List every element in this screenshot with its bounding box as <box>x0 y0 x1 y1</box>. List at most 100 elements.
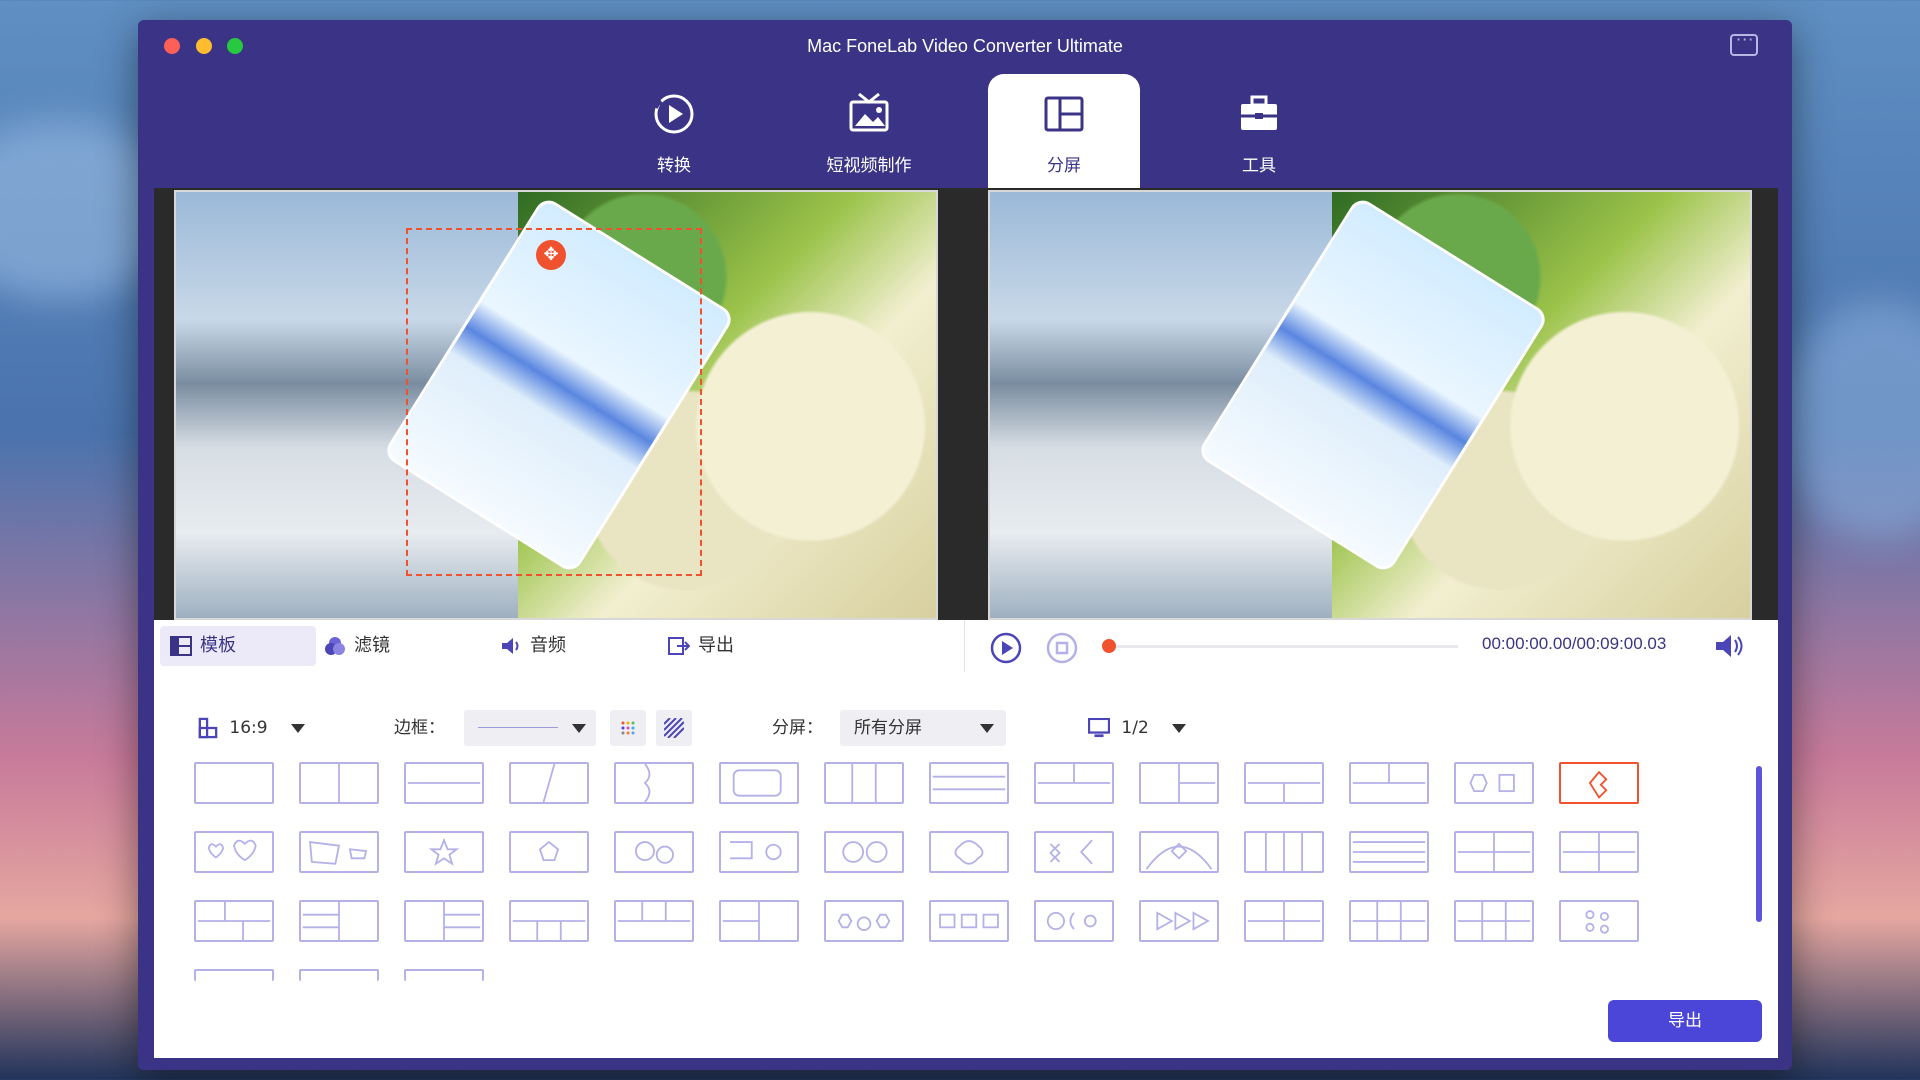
template-option[interactable] <box>614 831 694 873</box>
template-option[interactable] <box>1559 762 1639 804</box>
template-option[interactable] <box>194 900 274 942</box>
template-shape <box>732 769 782 797</box>
stop-icon[interactable] <box>1046 632 1078 664</box>
template-shape <box>428 837 460 866</box>
background-cloud <box>1780 300 1920 540</box>
template-shape <box>635 841 674 864</box>
template-option[interactable] <box>719 900 799 942</box>
tab-toolbox[interactable]: 工具 <box>1183 74 1335 204</box>
split-dropdown[interactable]: 所有分屏 <box>840 710 1006 746</box>
template-option[interactable] <box>194 969 274 981</box>
template-option[interactable] <box>1454 762 1534 804</box>
template-option[interactable] <box>614 762 694 804</box>
tab-convert[interactable]: 转换 <box>598 74 750 204</box>
template-option[interactable] <box>1454 900 1534 942</box>
template-option[interactable] <box>1034 831 1114 873</box>
template-shape <box>1469 773 1515 793</box>
subtab-filter[interactable]: 滤镜 <box>314 626 454 666</box>
convert-icon <box>654 94 694 134</box>
feedback-icon[interactable] <box>1730 30 1758 56</box>
template-option[interactable] <box>509 762 589 804</box>
template-option[interactable] <box>1244 900 1324 942</box>
template-option[interactable] <box>404 762 484 804</box>
border-color-button[interactable] <box>610 710 646 746</box>
template-shape <box>1352 902 1426 940</box>
page-dropdown[interactable]: 1/2 <box>1087 710 1198 746</box>
template-option[interactable] <box>824 762 904 804</box>
template-shape <box>309 841 368 865</box>
volume-icon[interactable] <box>1714 632 1744 660</box>
template-option[interactable] <box>509 900 589 942</box>
mv-icon <box>849 92 889 132</box>
template-option[interactable] <box>929 831 1009 873</box>
selection-box[interactable] <box>406 228 702 576</box>
template-option[interactable] <box>1454 831 1534 873</box>
template-shape <box>851 764 877 802</box>
template-option[interactable] <box>1034 900 1114 942</box>
tab-mv[interactable]: 短视频制作 <box>793 74 945 204</box>
subtab-template[interactable]: 模板 <box>160 626 316 666</box>
aspect-ratio-dropdown[interactable]: 16:9 <box>198 710 318 746</box>
edit-preview[interactable]: ✥ <box>174 190 938 620</box>
subtab-export[interactable]: 导出 <box>658 626 798 666</box>
template-shape <box>643 764 651 802</box>
template-option[interactable] <box>1244 831 1324 873</box>
border-pattern-button[interactable] <box>656 710 692 746</box>
template-option[interactable] <box>194 762 274 804</box>
tab-mv-label: 短视频制作 <box>826 156 912 176</box>
window-title: Mac FoneLab Video Converter Ultimate <box>807 36 1123 56</box>
template-option[interactable] <box>614 900 694 942</box>
template-option[interactable] <box>1139 831 1219 873</box>
template-option[interactable] <box>1349 900 1429 942</box>
template-option[interactable] <box>299 900 379 942</box>
template-option[interactable] <box>719 831 799 873</box>
export-icon <box>668 637 690 655</box>
template-option[interactable] <box>1349 762 1429 804</box>
template-option[interactable] <box>404 900 484 942</box>
template-option[interactable] <box>1559 900 1639 942</box>
template-option[interactable] <box>1034 762 1114 804</box>
template-shape <box>196 764 272 802</box>
template-option[interactable] <box>1139 762 1219 804</box>
scrollbar[interactable] <box>1756 766 1762 922</box>
template-icon <box>170 636 192 656</box>
timeline-slider[interactable] <box>1102 639 1458 653</box>
border-dropdown[interactable] <box>464 710 596 746</box>
template-option[interactable] <box>929 900 1009 942</box>
template-option[interactable] <box>299 831 379 873</box>
template-shape <box>302 902 340 940</box>
template-option[interactable] <box>509 831 589 873</box>
template-option[interactable] <box>929 762 1009 804</box>
template-option[interactable] <box>719 762 799 804</box>
timeline-handle[interactable] <box>1102 639 1116 653</box>
tab-convert-label: 转换 <box>657 156 691 176</box>
move-handle-icon[interactable]: ✥ <box>536 240 566 270</box>
template-option[interactable] <box>194 831 274 873</box>
template-option[interactable] <box>1559 831 1639 873</box>
export-button[interactable]: 导出 <box>1608 1000 1762 1042</box>
toolbox-icon <box>1241 95 1277 130</box>
template-shape <box>1145 842 1213 870</box>
template-option[interactable] <box>404 969 484 981</box>
tab-toolbox-label: 工具 <box>1242 156 1276 176</box>
play-icon[interactable] <box>990 632 1022 664</box>
template-option[interactable] <box>299 969 379 981</box>
template-option[interactable] <box>404 831 484 873</box>
split-label: 分屏： <box>772 718 823 738</box>
template-shape <box>1457 833 1531 871</box>
subtab-audio[interactable]: 音频 <box>490 626 630 666</box>
tab-collage[interactable]: 分屏 <box>988 74 1140 204</box>
template-option[interactable] <box>824 900 904 942</box>
template-shape <box>1046 911 1097 931</box>
template-shape <box>722 902 760 940</box>
template-option[interactable] <box>299 762 379 804</box>
template-shape <box>939 913 999 929</box>
aspect-icon <box>198 717 218 739</box>
template-shape <box>1562 833 1636 871</box>
template-option[interactable] <box>1139 900 1219 942</box>
template-option[interactable] <box>824 831 904 873</box>
template-option[interactable] <box>1244 762 1324 804</box>
chevron-down-icon <box>572 724 586 733</box>
hatch-icon <box>664 718 684 738</box>
template-option[interactable] <box>1349 831 1429 873</box>
